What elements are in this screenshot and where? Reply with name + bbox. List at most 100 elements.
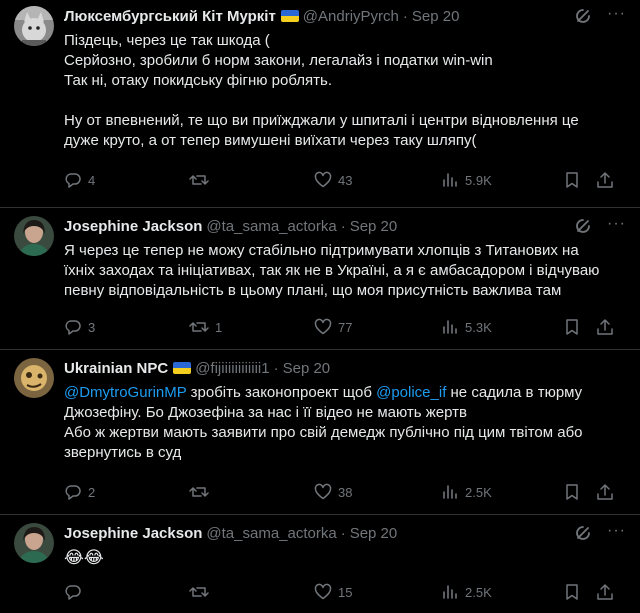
views-count: 2.5K	[465, 584, 492, 600]
bookmark-icon	[566, 172, 578, 188]
bookmark-button[interactable]	[563, 583, 581, 605]
action-bar: 2 38 2.5K	[64, 483, 626, 503]
repost-button[interactable]: 1	[189, 318, 222, 336]
tweet-date[interactable]: Sep 20	[283, 360, 331, 377]
like-button[interactable]: 77	[314, 318, 352, 336]
grok-icon[interactable]	[574, 217, 592, 239]
text-fragment: зробіть законопроект щоб	[186, 384, 377, 401]
mention-link[interactable]: @police_if	[376, 384, 446, 401]
author-handle[interactable]: @ta_sama_actorka	[206, 525, 336, 542]
share-button[interactable]	[596, 171, 614, 193]
separator-dot: ·	[273, 359, 279, 377]
author-name[interactable]: Josephine Jackson	[64, 525, 202, 542]
like-count: 38	[338, 484, 353, 500]
like-button[interactable]: 43	[314, 171, 352, 189]
repost-icon	[189, 322, 209, 332]
tweet-text: Піздець, через це так шкода ( Серйозно, …	[64, 31, 626, 151]
views-count: 2.5K	[465, 484, 492, 500]
text-line: Серйозно, зробили б норм закони, легалай…	[64, 52, 493, 69]
more-icon[interactable]: ···	[607, 522, 626, 540]
reply-button[interactable]	[64, 583, 88, 601]
emoji-text: 😂😂	[64, 548, 104, 567]
like-count: 43	[338, 172, 353, 188]
repost-icon	[189, 175, 209, 185]
more-icon[interactable]: ···	[607, 5, 626, 23]
views-button[interactable]: 5.9K	[441, 171, 492, 189]
like-icon	[314, 318, 332, 335]
author-handle[interactable]: @fijiiiiiiiiiiii1	[195, 360, 269, 377]
like-icon	[314, 483, 332, 500]
share-icon	[597, 172, 613, 188]
tweet[interactable]: Josephine Jackson @ta_sama_actorka · Sep…	[0, 515, 640, 613]
bookmark-icon	[566, 319, 578, 335]
ukraine-flag-icon	[280, 10, 299, 22]
tweet-text: 😂😂	[64, 548, 626, 568]
author-name[interactable]: Люксембургський Кіт Муркіт	[64, 8, 276, 25]
repost-button[interactable]	[189, 483, 215, 501]
views-button[interactable]: 5.3K	[441, 318, 492, 336]
bookmark-button[interactable]	[563, 318, 581, 340]
reply-icon	[65, 173, 81, 188]
author-handle[interactable]: @AndriyPyrch	[303, 8, 399, 25]
action-bar: 3 1 77 5.3K	[64, 318, 626, 338]
avatar[interactable]	[14, 523, 54, 563]
like-count: 77	[338, 319, 353, 335]
text-line: @DmytroGurinMP зробіть законопроект щоб …	[64, 383, 626, 403]
bookmark-button[interactable]	[563, 483, 581, 505]
share-icon	[597, 484, 613, 500]
share-button[interactable]	[596, 318, 614, 340]
tweet-date[interactable]: Sep 20	[412, 8, 460, 25]
avatar[interactable]	[14, 358, 54, 398]
share-button[interactable]	[596, 483, 614, 505]
reply-button[interactable]: 3	[64, 318, 95, 336]
separator-dot: ·	[402, 7, 408, 25]
views-count: 5.9K	[465, 172, 492, 188]
like-button[interactable]: 38	[314, 483, 352, 501]
text-line: Так ні, отаку покидську фігню роблять.	[64, 72, 333, 89]
text-line: їхніх заходах та ініціативах, так як не …	[64, 262, 600, 279]
action-bar: 4 43 5.9K	[64, 171, 626, 191]
reply-count: 3	[88, 319, 96, 335]
share-icon	[597, 319, 613, 335]
ukraine-flag-icon	[173, 362, 192, 374]
more-icon[interactable]: ···	[607, 215, 626, 233]
tweet[interactable]: Ukrainian NPC @fijiiiiiiiiiiii1 · Sep 20…	[0, 350, 640, 515]
share-button[interactable]	[596, 583, 614, 605]
action-bar: 15 2.5K	[64, 583, 626, 603]
tweet[interactable]: Josephine Jackson @ta_sama_actorka · Sep…	[0, 208, 640, 350]
grok-icon[interactable]	[574, 7, 592, 29]
author-handle[interactable]: @ta_sama_actorka	[206, 218, 336, 235]
text-line: певну відповідальність в цьому плані, що…	[64, 282, 562, 299]
tweet-text: @DmytroGurinMP зробіть законопроект щоб …	[64, 383, 626, 463]
tweet-date[interactable]: Sep 20	[350, 218, 398, 235]
cat-avatar-image	[14, 6, 54, 46]
author-name[interactable]: Ukrainian NPC	[64, 360, 168, 377]
grok-icon[interactable]	[574, 524, 592, 546]
like-icon	[314, 583, 332, 600]
views-icon	[443, 320, 457, 334]
separator-dot: ·	[340, 217, 346, 235]
profile-photo	[14, 523, 54, 563]
tweet-date[interactable]: Sep 20	[350, 525, 398, 542]
like-icon	[314, 171, 332, 188]
avatar[interactable]	[14, 216, 54, 256]
text-line: Або ж жертви мають заявити про свій деме…	[64, 424, 583, 441]
views-button[interactable]: 2.5K	[441, 483, 492, 501]
text-line: звернутись в суд	[64, 444, 182, 461]
tweet[interactable]: Люксембургський Кіт Муркіт @AndriyPyrch …	[0, 0, 640, 208]
repost-button[interactable]	[189, 583, 215, 601]
avatar[interactable]	[14, 6, 54, 46]
views-button[interactable]: 2.5K	[441, 583, 492, 601]
text-line	[64, 91, 626, 111]
reply-icon	[65, 320, 81, 335]
author-name[interactable]: Josephine Jackson	[64, 218, 202, 235]
views-icon	[443, 173, 457, 187]
mention-link[interactable]: @DmytroGurinMP	[64, 384, 186, 401]
text-line: Ну от впевнений, те що ви приїжджали у ш…	[64, 112, 579, 129]
reply-button[interactable]: 2	[64, 483, 95, 501]
reply-button[interactable]: 4	[64, 171, 95, 189]
bookmark-icon	[566, 584, 578, 600]
repost-button[interactable]	[189, 171, 215, 189]
like-button[interactable]: 15	[314, 583, 352, 601]
bookmark-button[interactable]	[563, 171, 581, 193]
